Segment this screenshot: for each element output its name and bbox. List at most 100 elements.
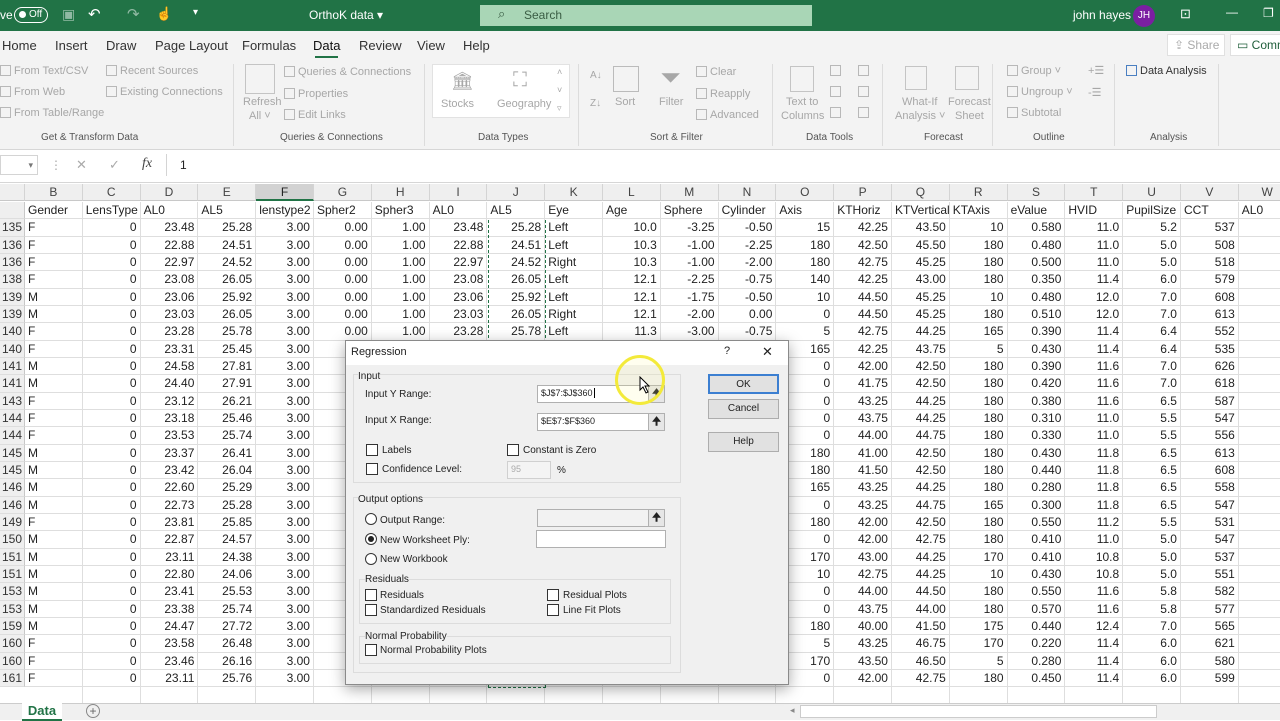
table-cell[interactable]: 11.6 [1065, 357, 1124, 376]
table-cell[interactable]: 42.00 [834, 357, 892, 376]
table-cell[interactable]: 42.75 [892, 531, 950, 549]
table-cell[interactable]: 3.00 [256, 635, 314, 653]
table-cell[interactable]: 11.8 [1065, 444, 1124, 462]
table-cell[interactable]: 23. [1238, 462, 1280, 480]
table-cell[interactable]: 180 [949, 669, 1008, 688]
table-cell[interactable]: 3.00 [256, 409, 314, 428]
table-cell[interactable]: 23.08 [140, 271, 199, 289]
empty-cell[interactable] [892, 687, 950, 704]
field-name-cell[interactable]: Age [603, 202, 661, 220]
table-cell[interactable]: 0 [82, 444, 141, 462]
table-cell[interactable]: 45.25 [892, 305, 950, 324]
table-cell[interactable]: 42.50 [892, 357, 950, 376]
table-cell[interactable]: 42.50 [892, 513, 950, 532]
empty-cell[interactable] [660, 687, 719, 704]
table-cell[interactable]: 43.25 [834, 479, 892, 497]
table-cell[interactable]: 43.50 [892, 219, 950, 237]
column-header-K[interactable]: K [545, 184, 603, 201]
table-cell[interactable]: 23. [1238, 653, 1280, 670]
table-cell[interactable]: 3.00 [256, 496, 314, 514]
table-cell[interactable]: 1.00 [371, 271, 430, 289]
table-cell[interactable]: F [25, 219, 83, 237]
comments-button[interactable]: ▭ Comm [1230, 34, 1280, 56]
table-cell[interactable]: 0.550 [1007, 583, 1066, 601]
row-header[interactable]: 144 [0, 427, 25, 445]
table-cell[interactable]: 180 [949, 271, 1008, 289]
table-cell[interactable]: 180 [949, 513, 1008, 532]
table-cell[interactable]: 44.25 [892, 323, 950, 341]
table-cell[interactable]: 180 [949, 427, 1008, 445]
table-cell[interactable]: 42.50 [892, 444, 950, 462]
what-if-analysis-button[interactable]: What-If [902, 96, 937, 108]
table-cell[interactable]: 5.5 [1123, 427, 1181, 445]
table-cell[interactable]: -1.75 [660, 288, 719, 306]
table-cell[interactable]: 0 [82, 357, 141, 376]
table-cell[interactable]: 3.00 [256, 652, 314, 670]
table-cell[interactable]: Left [545, 323, 603, 341]
table-cell[interactable]: 25.46 [198, 409, 257, 428]
confirm-entry-icon[interactable]: ✓ [109, 157, 120, 173]
table-cell[interactable]: 5.0 [1123, 236, 1181, 254]
field-name-cell[interactable]: AL5 [487, 202, 546, 220]
field-name-cell[interactable]: LensType [82, 202, 141, 220]
table-cell[interactable]: 23. [1238, 445, 1280, 462]
table-cell[interactable]: 535 [1181, 340, 1239, 358]
table-cell[interactable]: 45.25 [892, 288, 950, 306]
table-cell[interactable]: 0 [776, 305, 835, 324]
table-cell[interactable]: 3.00 [256, 617, 314, 636]
table-cell[interactable]: 608 [1181, 461, 1239, 480]
table-cell[interactable]: 10 [949, 288, 1008, 306]
table-cell[interactable]: 6.4 [1123, 340, 1181, 358]
table-cell[interactable]: 0 [82, 236, 141, 254]
empty-cell[interactable] [776, 687, 835, 704]
column-header-O[interactable]: O [776, 184, 835, 201]
range-picker-icon[interactable]: 🠉 [648, 414, 664, 430]
table-cell[interactable]: 44.50 [892, 583, 950, 601]
table-cell[interactable]: 22. [1238, 237, 1280, 254]
table-cell[interactable]: 180 [949, 444, 1008, 462]
table-cell[interactable]: 11.2 [1065, 513, 1124, 532]
table-cell[interactable]: -2.25 [718, 236, 777, 254]
table-cell[interactable]: 23.38 [140, 600, 199, 618]
field-name-cell[interactable]: CCT [1181, 202, 1239, 220]
table-cell[interactable]: 12.0 [1065, 288, 1124, 306]
table-cell[interactable]: 5.0 [1123, 548, 1181, 566]
gallery-scroll-down[interactable]: ˅ [557, 85, 562, 95]
row-header[interactable]: 141 [0, 357, 25, 376]
help-button[interactable]: Help [708, 432, 779, 452]
row-header[interactable] [0, 202, 25, 220]
table-cell[interactable]: 11.8 [1065, 461, 1124, 480]
table-cell[interactable]: M [25, 461, 83, 480]
table-cell[interactable]: 24.40 [140, 375, 199, 393]
table-cell[interactable]: M [25, 548, 83, 566]
empty-cell[interactable] [429, 687, 488, 704]
edit-links-button[interactable]: Edit Links [284, 109, 346, 121]
table-cell[interactable]: M [25, 357, 83, 376]
table-cell[interactable]: 43.00 [834, 548, 892, 566]
table-cell[interactable]: 10 [949, 565, 1008, 584]
empty-cell[interactable] [25, 687, 83, 704]
refresh-all-button[interactable]: Refresh [243, 96, 282, 108]
table-cell[interactable]: 43.50 [834, 652, 892, 670]
empty-cell[interactable] [256, 687, 314, 704]
table-cell[interactable]: 608 [1181, 288, 1239, 306]
table-cell[interactable]: 11.0 [1065, 531, 1124, 549]
table-cell[interactable]: 3.00 [256, 669, 314, 688]
help-icon[interactable]: ? [724, 345, 730, 357]
table-cell[interactable]: 0 [82, 305, 141, 324]
data-model-icon[interactable] [858, 107, 872, 119]
table-cell[interactable]: 613 [1181, 444, 1239, 462]
table-cell[interactable]: 3.00 [256, 427, 314, 445]
table-cell[interactable]: 44.00 [834, 583, 892, 601]
table-cell[interactable]: 5.8 [1123, 583, 1181, 601]
column-header-D[interactable]: D [140, 184, 199, 201]
table-cell[interactable]: 44.25 [892, 409, 950, 428]
table-cell[interactable]: 42.00 [834, 669, 892, 688]
table-cell[interactable]: 22.88 [140, 236, 199, 254]
table-cell[interactable]: 11.0 [1065, 219, 1124, 237]
table-cell[interactable]: 23.48 [140, 219, 199, 237]
empty-cell[interactable] [603, 687, 661, 704]
table-cell[interactable]: 0.570 [1007, 600, 1066, 618]
new-worksheet-ply-field[interactable] [536, 530, 666, 548]
table-cell[interactable]: 0 [82, 496, 141, 514]
